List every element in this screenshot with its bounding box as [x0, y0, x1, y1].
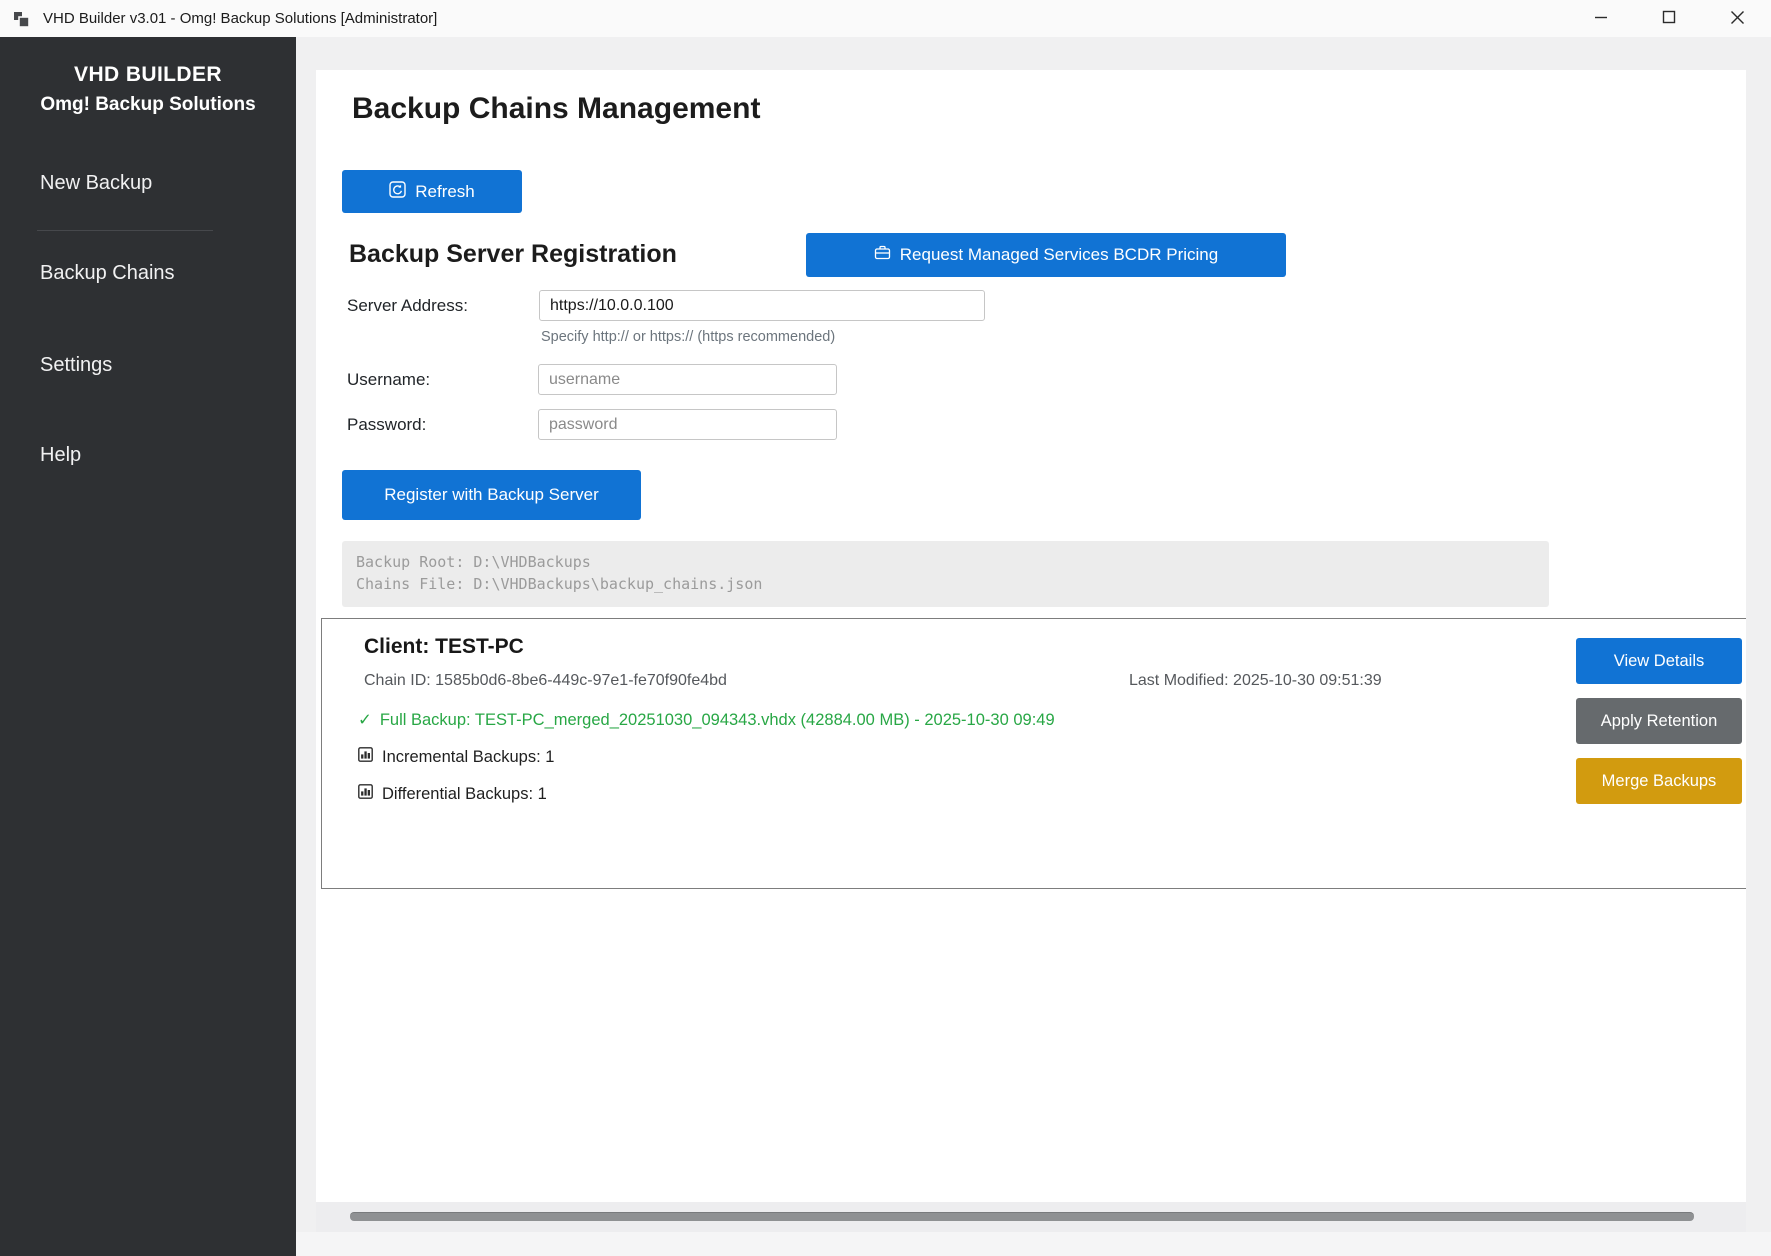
register-button[interactable]: Register with Backup Server [342, 470, 641, 520]
app-brand: VHD BUILDER Omg! Backup Solutions [0, 37, 296, 117]
password-input[interactable] [538, 409, 837, 440]
incremental-row: Incremental Backups: 1 [358, 747, 554, 767]
brand-title: VHD BUILDER [0, 62, 296, 88]
differential-row: Differential Backups: 1 [358, 784, 547, 804]
close-button[interactable] [1703, 0, 1771, 37]
window-controls [1567, 0, 1771, 37]
username-input[interactable] [538, 364, 837, 395]
view-details-button[interactable]: View Details [1576, 638, 1742, 684]
brand-subtitle: Omg! Backup Solutions [0, 93, 296, 117]
username-label: Username: [347, 370, 430, 390]
last-modified: Last Modified: 2025-10-30 09:51:39 [1129, 672, 1382, 690]
chains-file-line: Chains File: D:\VHDBackups\backup_chains… [356, 575, 762, 593]
differential-label: Differential Backups: 1 [382, 785, 547, 804]
main-content: Backup Chains Management Refresh Backup … [316, 70, 1746, 1202]
maximize-button[interactable] [1635, 0, 1703, 37]
full-backup-row: ✓ Full Backup: TEST-PC_merged_20251030_0… [358, 710, 1055, 730]
apply-retention-button[interactable]: Apply Retention [1576, 698, 1742, 744]
horizontal-scrollbar-track[interactable] [316, 1202, 1746, 1232]
client-title: Client: TEST-PC [364, 635, 524, 659]
merge-backups-button[interactable]: Merge Backups [1576, 758, 1742, 804]
refresh-button[interactable]: Refresh [342, 170, 522, 213]
minimize-icon [1594, 10, 1608, 27]
page-title: Backup Chains Management [352, 92, 760, 126]
maximize-icon [1662, 10, 1676, 27]
sidebar-item-backup-chains[interactable]: Backup Chains [40, 262, 175, 285]
horizontal-scrollbar-thumb[interactable] [350, 1212, 1694, 1221]
minimize-button[interactable] [1567, 0, 1635, 37]
briefcase-icon [874, 244, 891, 266]
registration-heading: Backup Server Registration [349, 240, 677, 269]
password-label: Password: [347, 415, 426, 435]
sidebar-item-new-backup[interactable]: New Backup [40, 172, 152, 195]
sidebar-item-settings[interactable]: Settings [40, 354, 112, 377]
refresh-label: Refresh [415, 182, 475, 202]
backup-paths-box: Backup Root: D:\VHDBackups Chains File: … [342, 541, 1549, 607]
chain-id: Chain ID: 1585b0d6-8be6-449c-97e1-fe70f9… [364, 672, 727, 690]
window-title: VHD Builder v3.01 - Omg! Backup Solution… [43, 10, 437, 27]
server-address-input[interactable] [539, 290, 985, 321]
sidebar: VHD BUILDER Omg! Backup Solutions New Ba… [0, 37, 296, 1256]
request-pricing-button[interactable]: Request Managed Services BCDR Pricing [806, 233, 1286, 277]
check-icon: ✓ [358, 710, 372, 730]
refresh-icon [389, 181, 406, 203]
sidebar-item-help[interactable]: Help [40, 444, 81, 467]
server-address-hint: Specify http:// or https:// (https recom… [541, 329, 835, 345]
backup-root-line: Backup Root: D:\VHDBackups [356, 553, 591, 571]
request-pricing-label: Request Managed Services BCDR Pricing [900, 245, 1218, 265]
merge-backups-label: Merge Backups [1602, 772, 1717, 791]
titlebar: VHD Builder v3.01 - Omg! Backup Solution… [0, 0, 1771, 37]
apply-retention-label: Apply Retention [1601, 712, 1718, 731]
window-bottom-strip [296, 1232, 1771, 1256]
client-chain-card: Client: TEST-PC Chain ID: 1585b0d6-8be6-… [321, 618, 1746, 889]
register-label: Register with Backup Server [384, 485, 598, 505]
bar-chart-icon [358, 784, 373, 804]
incremental-label: Incremental Backups: 1 [382, 748, 554, 767]
sidebar-divider [37, 230, 213, 231]
full-backup-label: Full Backup: TEST-PC_merged_20251030_094… [380, 711, 1055, 730]
view-details-label: View Details [1614, 652, 1704, 671]
bar-chart-icon [358, 747, 373, 767]
app-window: VHD Builder v3.01 - Omg! Backup Solution… [0, 0, 1771, 1256]
close-icon [1730, 10, 1745, 28]
app-icon [12, 9, 32, 29]
server-address-label: Server Address: [347, 296, 468, 316]
